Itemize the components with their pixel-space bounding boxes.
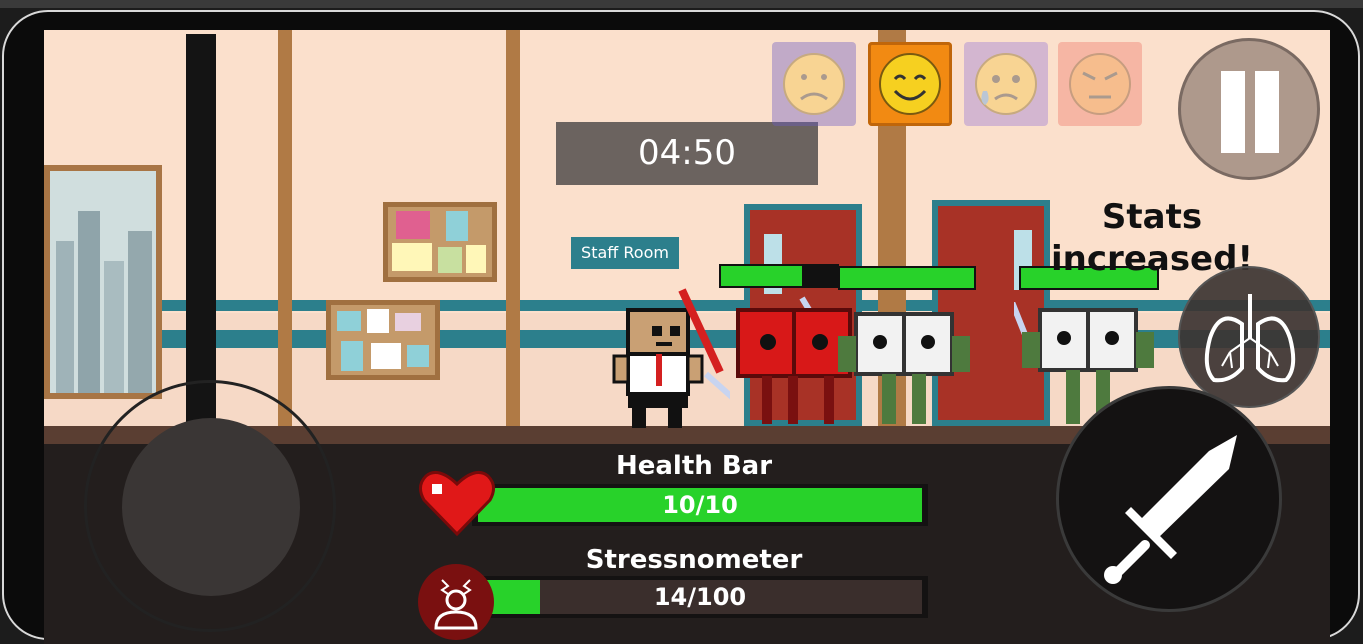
joystick-handle[interactable] (122, 418, 300, 596)
enemy-health-fill (721, 266, 803, 286)
breathe-button[interactable] (1178, 266, 1320, 408)
emotion-sad-button[interactable] (772, 42, 856, 126)
countdown-timer: 04:50 (556, 122, 818, 185)
happy-face-icon (879, 53, 941, 115)
stress-bar: 14/100 (472, 576, 928, 618)
stress-bar-label: Stressnometer (585, 545, 803, 575)
sad-face-icon (783, 53, 845, 115)
wall-pillar (506, 30, 520, 426)
heart-icon (419, 470, 495, 536)
enemy-health-fill (840, 268, 974, 288)
sword-icon (1104, 435, 1237, 584)
health-bar: 10/10 (472, 484, 928, 526)
worried-face-icon (975, 53, 1037, 115)
stress-bar-value: 14/100 (653, 583, 747, 611)
stress-icon (418, 564, 494, 640)
attack-button[interactable] (1056, 386, 1282, 612)
pause-button[interactable] (1178, 38, 1320, 180)
pause-icon (1255, 71, 1279, 153)
angry-face-icon (1069, 53, 1131, 115)
foreground-pole (186, 34, 216, 426)
emotion-worried-button[interactable] (964, 42, 1048, 126)
game-viewport: Staff Room 04:50 Stats increased! Health… (44, 30, 1330, 644)
emotion-angry-button[interactable] (1058, 42, 1142, 126)
lungs-icon (1204, 294, 1296, 383)
health-bar-value: 10/10 (662, 491, 738, 519)
wall-pillar (278, 30, 292, 426)
staff-room-sign: Staff Room (571, 237, 679, 269)
window (44, 165, 162, 399)
enemy-health-bar (838, 266, 976, 290)
enemy-health-bar (719, 264, 839, 288)
pause-icon (1221, 71, 1245, 153)
health-bar-label: Health Bar (615, 451, 773, 481)
device-frame: Staff Room 04:50 Stats increased! Health… (2, 10, 1360, 644)
bulletin-board (326, 300, 440, 380)
emotion-happy-button[interactable] (868, 42, 952, 126)
bulletin-board (383, 202, 497, 282)
editor-toolbar (0, 0, 1363, 8)
enemy-white-book (838, 312, 970, 424)
